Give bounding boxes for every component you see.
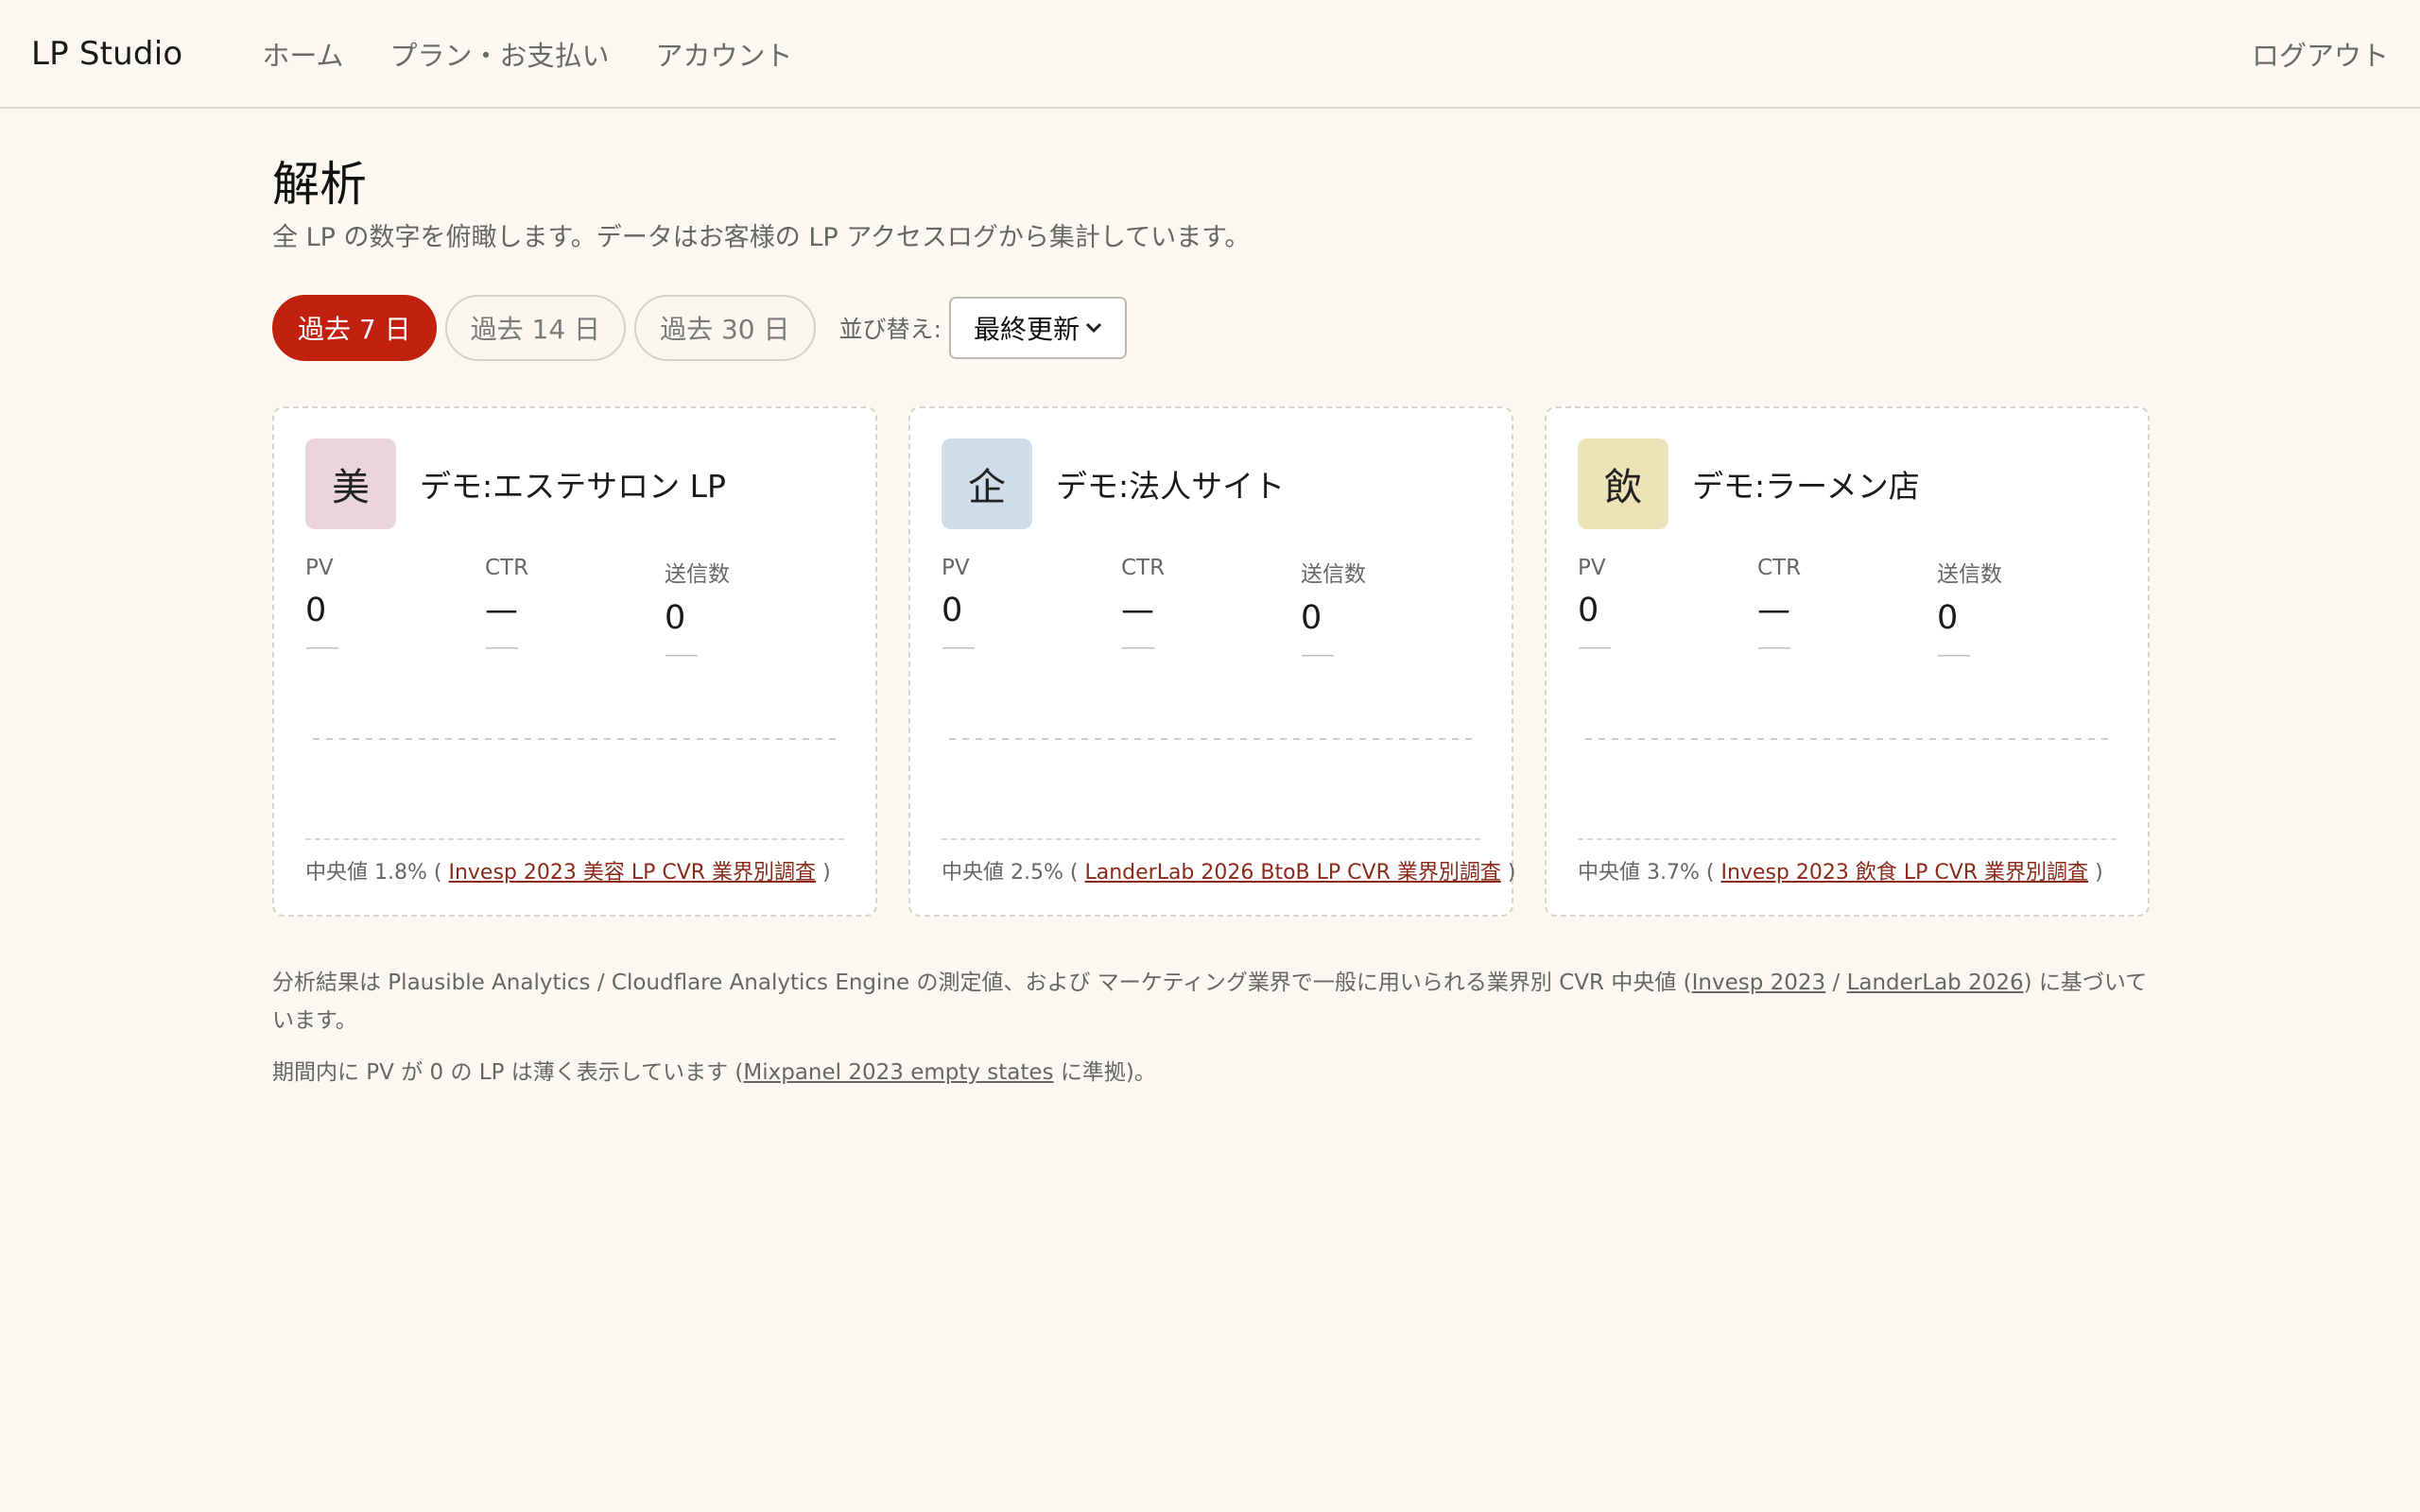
metric-value: 0 <box>1937 599 1959 637</box>
card-header: 飲 デモ:ラーメン店 <box>1578 438 2117 529</box>
metric-delta: —— <box>305 637 339 658</box>
lp-name: デモ:エステサロン LP <box>420 468 726 505</box>
benchmark-source-link[interactable]: Invesp 2023 美容 LP CVR 業界別調査 <box>448 861 816 885</box>
lp-card[interactable]: 美 デモ:エステサロン LP PV 0 —— CTR — —— 送信数 0 —— <box>272 406 877 917</box>
metric-delta: —— <box>1301 644 1335 665</box>
lp-card[interactable]: 飲 デモ:ラーメン店 PV 0 —— CTR — —— 送信数 0 —— 中央値… <box>1545 406 2150 917</box>
top-bar: LP Studio ホーム プラン・お支払い アカウント ログアウト <box>0 0 2420 109</box>
benchmark-note: 中央値 1.8% ( Invesp 2023 美容 LP CVR 業界別調査 ) <box>305 838 844 885</box>
metric-value: — <box>1757 592 1790 629</box>
metrics-row: PV 0 —— CTR — —— 送信数 0 —— <box>305 556 844 665</box>
sparkline-empty <box>313 738 838 740</box>
metric-delta: —— <box>1578 637 1612 658</box>
metric-delta: —— <box>665 644 699 665</box>
metric-submissions: 送信数 0 —— <box>1937 556 2117 665</box>
card-header: 美 デモ:エステサロン LP <box>305 438 844 529</box>
range-7-days-button[interactable]: 過去 7 日 <box>272 295 437 361</box>
metric-value: — <box>1121 592 1154 629</box>
notes-text: 分析結果は Plausible Analytics / Cloudflare A… <box>272 971 1692 995</box>
metric-delta: —— <box>1757 637 1791 658</box>
metric-delta: —— <box>1937 644 1971 665</box>
sparkline-empty <box>949 738 1475 740</box>
invesp-link[interactable]: Invesp 2023 <box>1692 971 1826 995</box>
sort-label: 並び替え: <box>838 316 942 343</box>
metric-value: 0 <box>1301 599 1322 637</box>
metric-label: CTR <box>1757 556 1802 580</box>
notes-line-1: 分析結果は Plausible Analytics / Cloudflare A… <box>272 964 2148 1040</box>
benchmark-suffix: ) <box>822 861 831 885</box>
metric-submissions: 送信数 0 —— <box>1301 556 1480 665</box>
notes-line-2: 期間内に PV が 0 の LP は薄く表示しています (Mixpanel 20… <box>272 1054 2148 1091</box>
nav-plan-billing[interactable]: プラン・お支払い <box>390 34 610 74</box>
metrics-row: PV 0 —— CTR — —— 送信数 0 —— <box>942 556 1480 665</box>
benchmark-prefix: 中央値 3.7% ( <box>1578 861 1715 885</box>
metric-label: PV <box>1578 556 1606 580</box>
lp-card-list: 美 デモ:エステサロン LP PV 0 —— CTR — —— 送信数 0 —— <box>272 406 2150 917</box>
metric-pv: PV 0 —— <box>942 556 1121 665</box>
filter-bar: 過去 7 日 過去 14 日 過去 30 日 並び替え: 最終更新 <box>272 295 2148 361</box>
metric-label: 送信数 <box>1301 562 1366 587</box>
metric-value: 0 <box>665 599 686 637</box>
lp-avatar: 飲 <box>1578 438 1668 529</box>
range-30-days-button[interactable]: 過去 30 日 <box>634 295 816 361</box>
lp-name: デモ:ラーメン店 <box>1692 468 1920 505</box>
metric-submissions: 送信数 0 —— <box>665 556 844 665</box>
page-subtitle: 全 LP の数字を俯瞰します。データはお客様の LP アクセスログから集計してい… <box>272 223 1251 252</box>
card-header: 企 デモ:法人サイト <box>942 438 1480 529</box>
metric-ctr: CTR — —— <box>485 556 665 665</box>
metric-pv: PV 0 —— <box>305 556 485 665</box>
metric-label: 送信数 <box>665 562 730 587</box>
metric-pv: PV 0 —— <box>1578 556 1757 665</box>
nav-account[interactable]: アカウント <box>656 34 793 74</box>
page-title: 解析 <box>272 157 367 212</box>
notes-text: に準拠)。 <box>1053 1060 1156 1085</box>
lp-card[interactable]: 企 デモ:法人サイト PV 0 —— CTR — —— 送信数 0 —— 中央値… <box>908 406 1515 917</box>
lp-avatar: 企 <box>942 438 1032 529</box>
benchmark-source-link[interactable]: Invesp 2023 飲食 LP CVR 業界別調査 <box>1720 861 2088 885</box>
sort-value: 最終更新 <box>973 314 1080 345</box>
metrics-row: PV 0 —— CTR — —— 送信数 0 —— <box>1578 556 2117 665</box>
notes-text: 期間内に PV が 0 の LP は薄く表示しています ( <box>272 1060 744 1085</box>
metric-ctr: CTR — —— <box>1121 556 1301 665</box>
benchmark-suffix: ) <box>2095 861 2103 885</box>
lp-name: デモ:法人サイト <box>1056 468 1286 505</box>
metric-delta: —— <box>485 637 519 658</box>
main-nav: ホーム プラン・お支払い アカウント <box>262 34 792 74</box>
benchmark-source-link[interactable]: LanderLab 2026 BtoB LP CVR 業界別調査 <box>1084 861 1500 885</box>
main-content: 解析 全 LP の数字を俯瞰します。データはお客様の LP アクセスログから集計… <box>272 109 2150 1091</box>
lp-avatar: 美 <box>305 438 396 529</box>
mixpanel-link[interactable]: Mixpanel 2023 empty states <box>743 1060 1053 1085</box>
nav-home[interactable]: ホーム <box>262 34 343 74</box>
chevron-down-icon <box>1085 318 1102 338</box>
metric-delta: —— <box>942 637 976 658</box>
metric-label: 送信数 <box>1937 562 2002 587</box>
metric-label: CTR <box>1121 556 1166 580</box>
metric-value: 0 <box>305 592 327 629</box>
range-14-days-button[interactable]: 過去 14 日 <box>444 295 627 361</box>
benchmark-prefix: 中央値 1.8% ( <box>305 861 442 885</box>
benchmark-note: 中央値 3.7% ( Invesp 2023 飲食 LP CVR 業界別調査 ) <box>1578 838 2117 885</box>
metric-value: 0 <box>942 592 963 629</box>
metric-label: PV <box>942 556 970 580</box>
benchmark-note: 中央値 2.5% ( LanderLab 2026 BtoB LP CVR 業界… <box>942 838 1515 885</box>
logout-link[interactable]: ログアウト <box>2252 34 2389 74</box>
benchmark-prefix: 中央値 2.5% ( <box>942 861 1079 885</box>
benchmark-suffix: ) <box>1507 861 1516 885</box>
brand-logo[interactable]: LP Studio <box>31 35 182 73</box>
metric-value: — <box>485 592 518 629</box>
methodology-notes: 分析結果は Plausible Analytics / Cloudflare A… <box>272 964 2148 1091</box>
notes-separator: / <box>1825 971 1847 995</box>
sparkline-empty <box>1585 738 2111 740</box>
metric-delta: —— <box>1121 637 1155 658</box>
metric-value: 0 <box>1578 592 1599 629</box>
metric-label: PV <box>305 556 334 580</box>
sort-select[interactable]: 最終更新 <box>948 297 1127 359</box>
landerlab-link[interactable]: LanderLab 2026 <box>1847 971 2024 995</box>
metric-ctr: CTR — —— <box>1757 556 1937 665</box>
metric-label: CTR <box>485 556 529 580</box>
